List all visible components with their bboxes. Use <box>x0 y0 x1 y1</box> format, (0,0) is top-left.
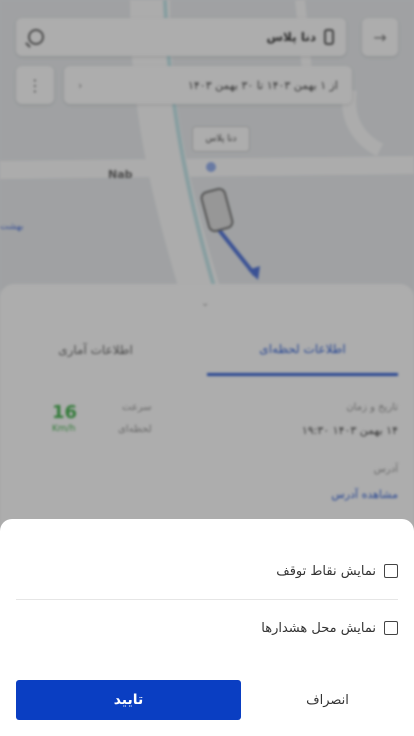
cancel-button[interactable]: انصراف <box>257 680 398 720</box>
option-show-alerts[interactable]: نمایش محل هشدارها <box>16 608 398 648</box>
show-stops-label: نمایش نقاط توقف <box>276 563 376 579</box>
show-alerts-label: نمایش محل هشدارها <box>261 620 376 636</box>
show-alerts-checkbox[interactable] <box>384 621 398 635</box>
option-show-stops[interactable]: نمایش نقاط توقف <box>16 551 398 591</box>
divider <box>16 599 398 600</box>
map-options-sheet: نمایش نقاط توقف نمایش محل هشدارها تایید … <box>0 519 414 736</box>
confirm-button[interactable]: تایید <box>16 680 241 720</box>
show-stops-checkbox[interactable] <box>384 564 398 578</box>
